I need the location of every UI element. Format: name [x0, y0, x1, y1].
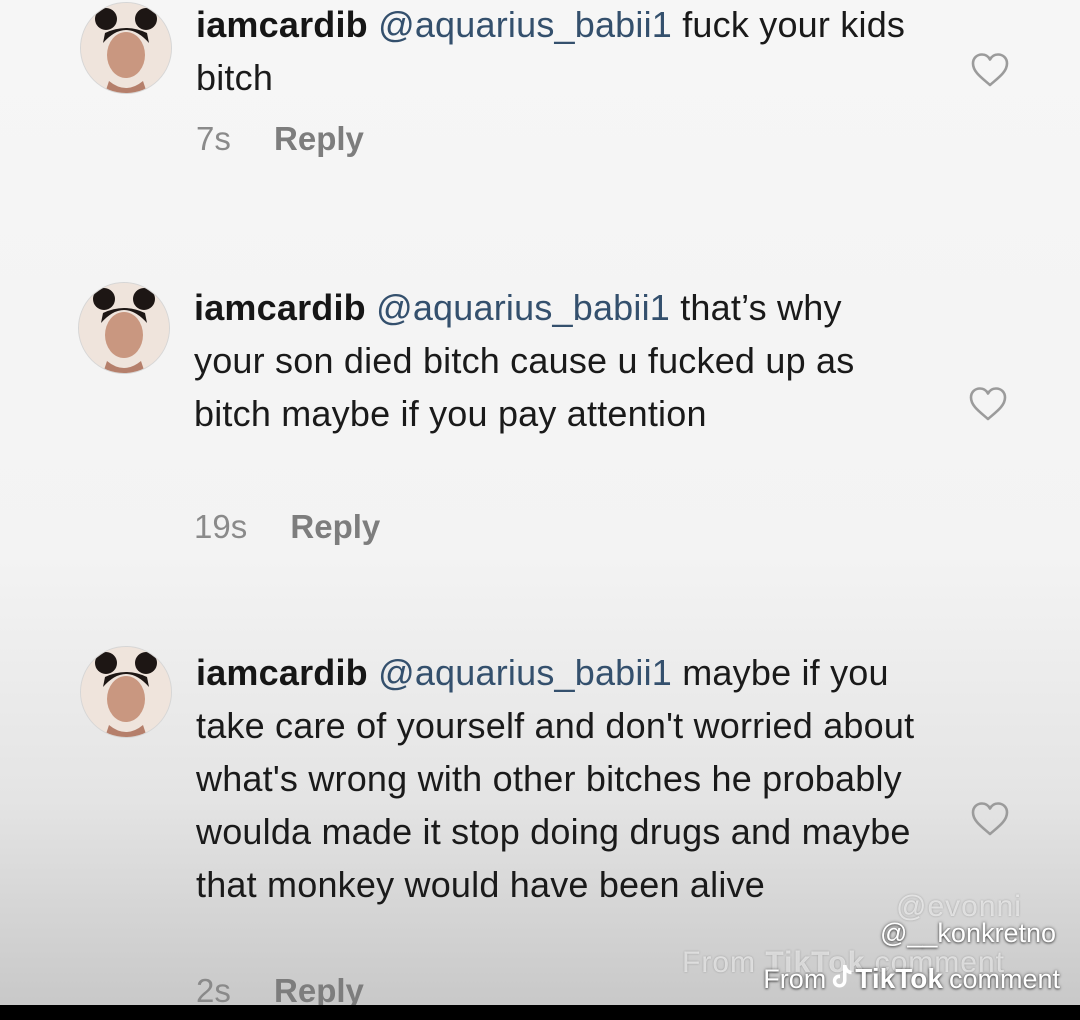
avatar[interactable]: [80, 646, 172, 738]
watermark-handle: @__konkretno: [879, 918, 1056, 948]
comment-username[interactable]: iamcardib: [194, 287, 366, 328]
like-heart-icon[interactable]: [968, 386, 1008, 422]
tiktok-logo-icon: [832, 963, 852, 995]
comment-text: iamcardib @aquarius_babii1 maybe if you …: [196, 646, 926, 911]
bottom-black-bar: [0, 1005, 1080, 1020]
reply-button[interactable]: Reply: [274, 120, 364, 157]
comment-mention[interactable]: @aquarius_babii1: [378, 4, 672, 45]
comment-meta: 19s Reply: [194, 508, 380, 546]
comment-username[interactable]: iamcardib: [196, 652, 368, 693]
comment-mention[interactable]: @aquarius_babii1: [378, 652, 672, 693]
comment-meta: 7s Reply: [196, 120, 364, 158]
watermark-from: From: [763, 963, 827, 994]
watermark-brand: TikTok: [832, 963, 943, 995]
comment-mention[interactable]: @aquarius_babii1: [376, 287, 670, 328]
watermark-suffix: comment: [948, 963, 1060, 994]
watermark-brand-text: TikTok: [855, 963, 943, 994]
comment-username[interactable]: iamcardib: [196, 4, 368, 45]
like-heart-icon[interactable]: [970, 52, 1010, 88]
reply-button[interactable]: Reply: [290, 508, 380, 545]
like-heart-icon[interactable]: [970, 801, 1010, 837]
avatar[interactable]: [78, 282, 170, 374]
comment-timestamp: 19s: [194, 508, 248, 545]
comment-timestamp: 2s: [196, 972, 231, 1009]
avatar[interactable]: [80, 2, 172, 94]
ghost-watermark-from: From: [682, 946, 756, 979]
watermark-line: From TikTok comment: [763, 963, 1060, 995]
comment-timestamp: 7s: [196, 120, 231, 157]
comment-text: iamcardib @aquarius_babii1 that’s why yo…: [194, 281, 874, 440]
comment-text: iamcardib @aquarius_babii1 fuck your kid…: [196, 0, 936, 104]
reply-button[interactable]: Reply: [274, 972, 364, 1009]
